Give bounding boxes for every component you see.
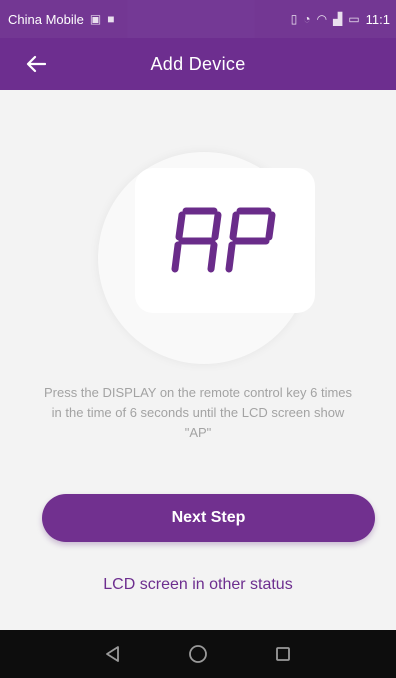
system-nav-bar: [0, 630, 396, 678]
status-bar: China Mobile ▣ ■ ▯ ◔ ◠ ▟ ▭ 11:1: [0, 0, 396, 38]
wifi-icon: ◠: [316, 12, 328, 26]
vibrate-icon: ▯: [290, 12, 298, 26]
app-notification-icon: ■: [107, 12, 115, 26]
main-content: Press the DISPLAY on the remote control …: [0, 90, 396, 630]
notification-icon: ▣: [89, 12, 102, 26]
battery-icon: ▭: [348, 12, 360, 26]
lcd-other-status-link[interactable]: LCD screen in other status: [0, 576, 396, 594]
next-step-button[interactable]: Next Step: [42, 494, 375, 542]
carrier-label: China Mobile: [8, 11, 84, 27]
recents-square-icon: [276, 647, 291, 661]
home-circle-icon: [189, 645, 207, 663]
clock-label: 11:1: [365, 11, 390, 27]
nav-home-button[interactable]: [180, 636, 216, 672]
page-title: Add Device: [150, 53, 246, 74]
instruction-text: Press the DISPLAY on the remote control …: [43, 385, 353, 440]
signal-icon: ▟: [333, 12, 343, 26]
nav-recents-button[interactable]: [265, 636, 301, 672]
lcd-display-illustration: [135, 168, 315, 313]
arrow-left-icon: [26, 55, 46, 73]
status-right: ▯ ◔ ◠ ▟ ▭ 11:1: [291, 12, 390, 27]
app-bar: Add Device: [0, 38, 396, 90]
alarm-icon: ◔: [303, 12, 311, 26]
lcd-segment-text: [171, 207, 276, 272]
back-button[interactable]: [16, 44, 56, 84]
status-left: China Mobile ▣ ■: [8, 12, 114, 27]
nav-back-button[interactable]: [95, 636, 131, 672]
back-triangle-icon: [105, 646, 119, 662]
